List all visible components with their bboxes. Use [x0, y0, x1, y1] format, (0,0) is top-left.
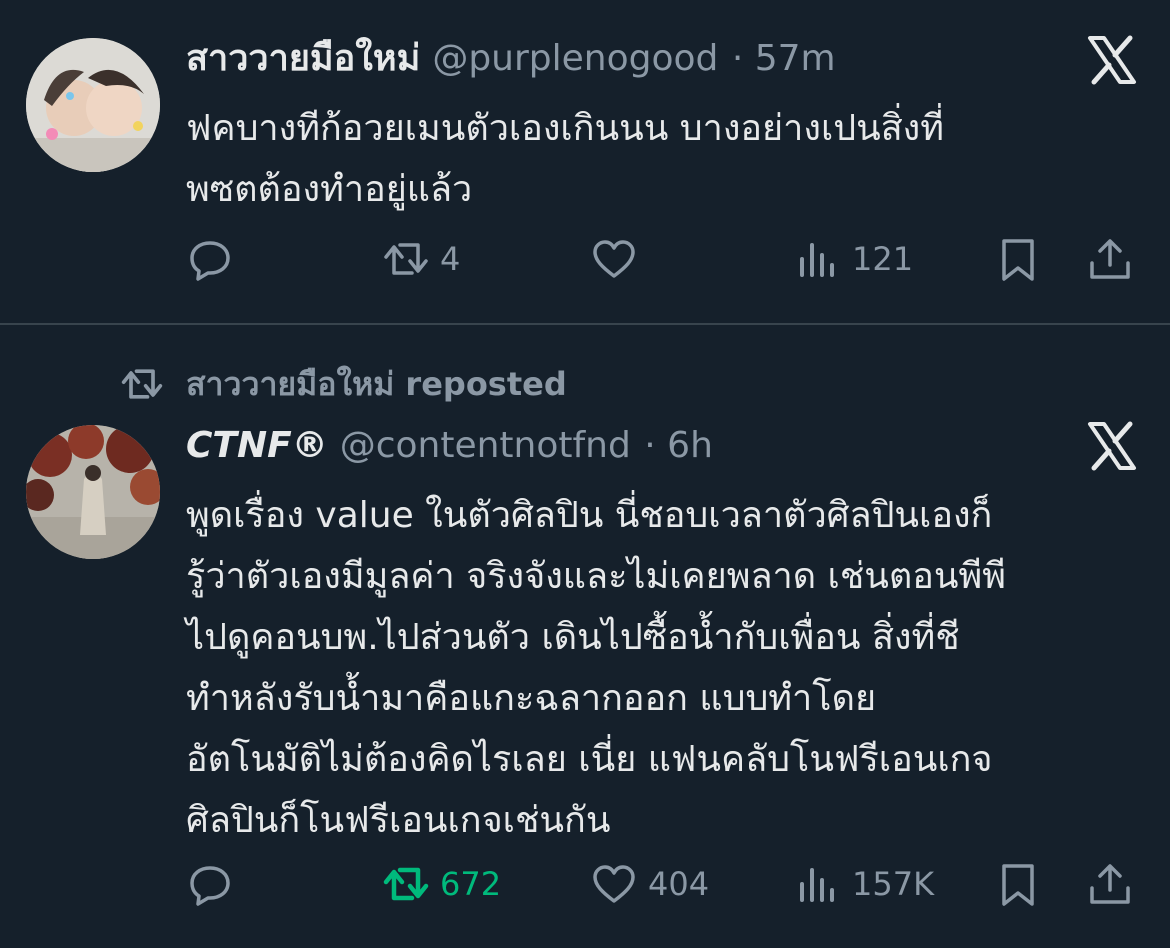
reply-icon: [190, 866, 230, 906]
like-count: 404: [648, 865, 710, 903]
retweet-button[interactable]: 4: [382, 234, 460, 284]
reply-button[interactable]: [186, 859, 234, 909]
retweet-icon: [383, 867, 429, 901]
timestamp[interactable]: · 6h: [644, 425, 713, 466]
action-bar: 4 121: [186, 234, 1146, 284]
tweet-text: พูดเรื่อง value ในตัวศิลปิน นี่ชอบเวลาตั…: [186, 485, 1136, 851]
retweet-count: 672: [440, 865, 502, 903]
x-logo-icon: [1086, 420, 1138, 472]
timestamp[interactable]: · 57m: [732, 38, 836, 79]
like-button[interactable]: [590, 234, 648, 284]
views-icon: [800, 243, 834, 277]
like-icon: [593, 240, 635, 278]
share-button[interactable]: [1086, 859, 1134, 909]
views-button[interactable]: 121: [794, 234, 913, 284]
tweet-text-line: พซตต้องทำอยู่แล้ว: [186, 169, 473, 210]
avatar[interactable]: [26, 38, 160, 172]
x-logo-icon: [1086, 34, 1138, 86]
handle[interactable]: @purplenogood: [432, 38, 718, 79]
share-icon: [1090, 239, 1130, 279]
reply-button[interactable]: [186, 234, 234, 284]
display-name[interactable]: CTNF®: [186, 425, 328, 466]
retweet-count: 4: [440, 240, 461, 278]
like-icon: [593, 865, 635, 903]
bookmark-icon: [1002, 239, 1034, 281]
tweet-header: CTNF® @contentnotfnd · 6h: [186, 423, 713, 469]
tweet-text-line: ฟคบางทีก้อวยเมนตัวเองเกินนน บางอย่างเปนส…: [186, 108, 944, 149]
bookmark-icon: [1002, 864, 1034, 906]
avatar[interactable]: [26, 425, 160, 559]
share-icon: [1090, 864, 1130, 904]
bookmark-button[interactable]: [994, 859, 1042, 909]
retweet-icon: [384, 243, 428, 275]
share-button[interactable]: [1086, 234, 1134, 284]
tweet-1[interactable]: สาววายมือใหม่ @purplenogood · 57m ฟคบางที…: [0, 0, 1170, 323]
views-count: 121: [852, 240, 914, 278]
action-bar: 672 404 157K: [186, 859, 1146, 909]
tweet-text-line: ศิลปินก็โนฟรีเอนเกจเช่นกัน: [186, 800, 611, 841]
handle[interactable]: @contentnotfnd: [340, 425, 631, 466]
views-icon: [800, 868, 834, 902]
reposted-by[interactable]: สาววายมือใหม่ reposted: [120, 361, 567, 407]
like-button[interactable]: 404: [590, 859, 709, 909]
tweet-text-line: รู้ว่าตัวเองมีมูลค่า จริงจังและไม่เคยพลา…: [186, 556, 1006, 597]
tweet-header: สาววายมือใหม่ @purplenogood · 57m: [186, 36, 836, 82]
tweet-text: ฟคบางทีก้อวยเมนตัวเองเกินนน บางอย่างเปนส…: [186, 98, 1136, 220]
bookmark-button[interactable]: [994, 234, 1042, 284]
views-button[interactable]: 157K: [794, 859, 934, 909]
retweet-icon: [121, 369, 163, 399]
tweet-text-line: อัตโนมัติไม่ต้องคิดไรเลย เนี่ย แฟนคลับโน…: [186, 739, 993, 780]
tweet-text-line: ไปดูคอนบพ.ไปส่วนตัว เดินไปซื้อน้ำกับเพื่…: [186, 617, 960, 658]
tweet-text-line: พูดเรื่อง value ในตัวศิลปิน นี่ชอบเวลาตั…: [186, 495, 993, 536]
retweet-button[interactable]: 672: [382, 859, 501, 909]
views-count: 157K: [852, 865, 935, 903]
tweet-text-line: ทำหลังรับน้ำมาคือแกะฉลากออก แบบทำโดย: [186, 678, 877, 719]
display-name[interactable]: สาววายมือใหม่: [186, 38, 420, 79]
reposted-by-label: สาววายมือใหม่ reposted: [186, 364, 567, 403]
reply-icon: [190, 241, 230, 281]
tweet-2[interactable]: สาววายมือใหม่ reposted CTNF® @contentnotf…: [0, 325, 1170, 948]
